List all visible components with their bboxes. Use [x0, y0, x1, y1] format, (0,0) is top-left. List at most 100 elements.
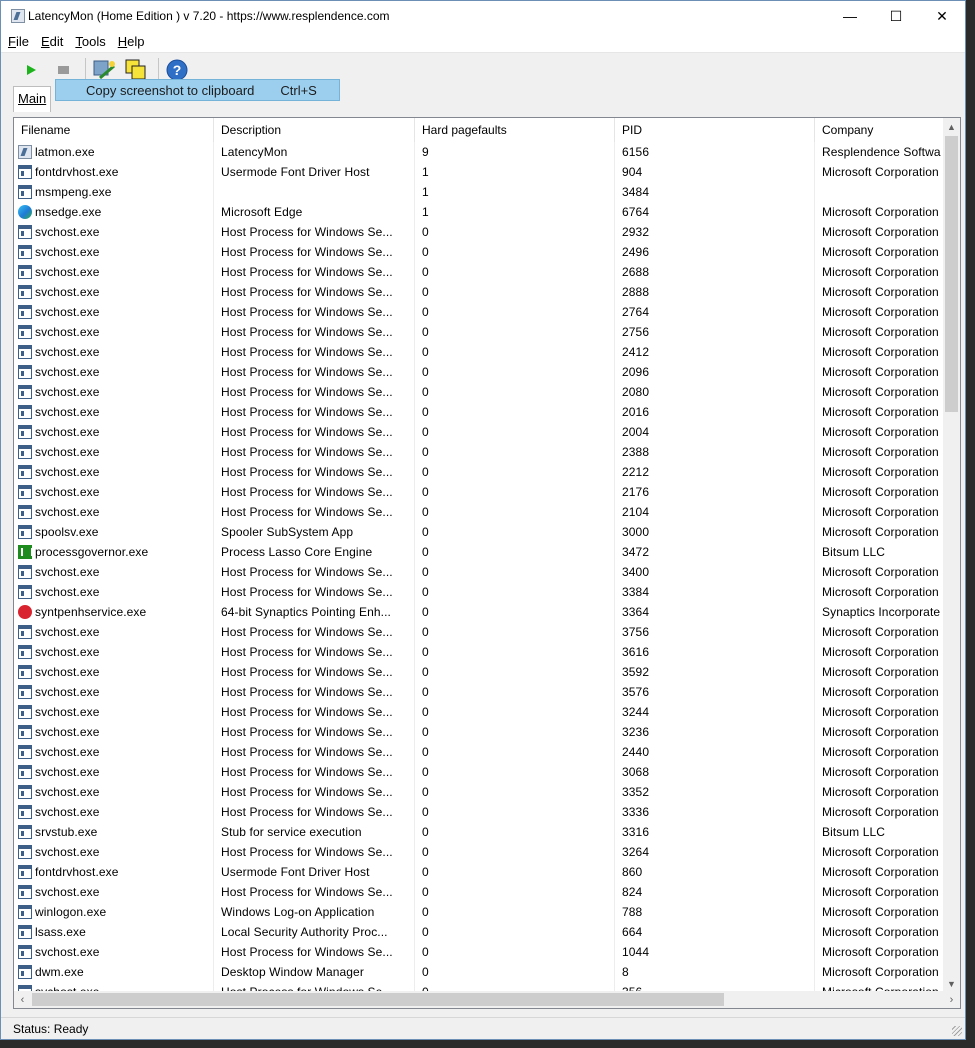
- scroll-left-arrow[interactable]: ‹: [14, 991, 31, 1008]
- menu-tools[interactable]: Tools: [68, 34, 110, 49]
- table-row[interactable]: svchost.exe Host Process for Windows Se..…: [14, 242, 944, 262]
- table-row[interactable]: svchost.exe Host Process for Windows Se..…: [14, 282, 944, 302]
- menu-help[interactable]: Help: [111, 34, 150, 49]
- table-row[interactable]: svchost.exe Host Process for Windows Se..…: [14, 642, 944, 662]
- table-row[interactable]: svchost.exe Host Process for Windows Se..…: [14, 702, 944, 722]
- process-lasso-icon: [18, 545, 33, 559]
- application-icon: [18, 565, 32, 579]
- cell-description: Process Lasso Core Engine: [214, 542, 415, 562]
- title-bar[interactable]: LatencyMon (Home Edition ) v 7.20 - http…: [1, 1, 965, 31]
- cell-description: Host Process for Windows Se...: [214, 662, 415, 682]
- cell-filename: svchost.exe: [14, 642, 214, 662]
- cell-hard-pagefaults: 0: [415, 722, 615, 742]
- cell-pid: 824: [615, 882, 815, 902]
- table-row[interactable]: svchost.exe Host Process for Windows Se..…: [14, 582, 944, 602]
- table-row[interactable]: svchost.exe Host Process for Windows Se..…: [14, 842, 944, 862]
- table-row[interactable]: svchost.exe Host Process for Windows Se..…: [14, 722, 944, 742]
- cell-company: Microsoft Corporation: [822, 325, 939, 339]
- table-row[interactable]: spoolsv.exe Spooler SubSystem App 0 3000 Mic…: [14, 522, 944, 542]
- menu-file[interactable]: File: [1, 34, 34, 49]
- table-row[interactable]: svchost.exe Host Process for Windows Se..…: [14, 682, 944, 702]
- menu-edit[interactable]: Edit: [34, 34, 68, 49]
- column-description[interactable]: Description: [214, 118, 415, 142]
- cell-filename: msmpeng.exe: [14, 182, 214, 202]
- table-row[interactable]: syntpenhservice.exe 64-bit Synaptics Poin…: [14, 602, 944, 622]
- cell-pid: 2412: [615, 342, 815, 362]
- table-row[interactable]: lsass.exe Local Security Authority Proc..…: [14, 922, 944, 942]
- column-hard-pagefaults[interactable]: Hard pagefaults: [415, 118, 615, 142]
- cell-hard-pagefaults: 0: [415, 222, 615, 242]
- table-row[interactable]: winlogon.exe Windows Log-on Application 0 7…: [14, 902, 944, 922]
- table-row[interactable]: svchost.exe Host Process for Windows Se..…: [14, 382, 944, 402]
- horizontal-scrollbar[interactable]: ‹ ›: [14, 991, 960, 1008]
- scroll-down-arrow[interactable]: ▼: [943, 975, 960, 992]
- table-row[interactable]: processgovernor.exe Process Lasso Core En…: [14, 542, 944, 562]
- filename-text: svchost.exe: [35, 225, 100, 239]
- minimize-button[interactable]: —: [827, 1, 873, 31]
- vertical-scroll-thumb[interactable]: [945, 136, 958, 412]
- table-row[interactable]: srvstub.exe Stub for service execution 0 33…: [14, 822, 944, 842]
- table-row[interactable]: svchost.exe Host Process for Windows Se..…: [14, 322, 944, 342]
- application-icon: [18, 185, 32, 199]
- table-row[interactable]: svchost.exe Host Process for Windows Se..…: [14, 362, 944, 382]
- start-monitor-button[interactable]: [17, 56, 45, 84]
- table-row[interactable]: svchost.exe Host Process for Windows Se..…: [14, 762, 944, 782]
- table-row[interactable]: svchost.exe Host Process for Windows Se..…: [14, 802, 944, 822]
- table-row[interactable]: msmpeng.exe 1 3484: [14, 182, 944, 202]
- cell-description: Microsoft Edge: [214, 202, 415, 222]
- table-row[interactable]: svchost.exe Host Process for Windows Se..…: [14, 562, 944, 582]
- table-row[interactable]: svchost.exe Host Process for Windows Se..…: [14, 742, 944, 762]
- application-icon: [18, 245, 32, 259]
- scroll-right-arrow[interactable]: ›: [943, 991, 960, 1008]
- column-filename[interactable]: Filename: [14, 118, 214, 142]
- filename-text: dwm.exe: [35, 965, 84, 979]
- table-row[interactable]: svchost.exe Host Process for Windows Se..…: [14, 662, 944, 682]
- cell-description: Host Process for Windows Se...: [214, 222, 415, 242]
- table-row[interactable]: svchost.exe Host Process for Windows Se..…: [14, 402, 944, 422]
- table-row[interactable]: svchost.exe Host Process for Windows Se..…: [14, 422, 944, 442]
- column-company[interactable]: Company: [815, 118, 944, 142]
- process-list[interactable]: Filename Description Hard pagefaults PID…: [13, 117, 961, 1009]
- table-row[interactable]: fontdrvhost.exe Usermode Font Driver Host…: [14, 162, 944, 182]
- table-row[interactable]: svchost.exe Host Process for Windows Se..…: [14, 342, 944, 362]
- cell-filename: svchost.exe: [14, 842, 214, 862]
- table-row[interactable]: svchost.exe Host Process for Windows Se..…: [14, 502, 944, 522]
- table-row[interactable]: svchost.exe Host Process for Windows Se..…: [14, 302, 944, 322]
- scroll-up-arrow[interactable]: ▲: [943, 118, 960, 135]
- table-row[interactable]: svchost.exe Host Process for Windows Se..…: [14, 882, 944, 902]
- cell-company: Microsoft Corporation: [822, 565, 939, 579]
- table-row[interactable]: svchost.exe Host Process for Windows Se..…: [14, 462, 944, 482]
- cell-hard-pagefaults: 0: [415, 442, 615, 462]
- table-row[interactable]: svchost.exe Host Process for Windows Se..…: [14, 262, 944, 282]
- table-row[interactable]: fontdrvhost.exe Usermode Font Driver Host…: [14, 862, 944, 882]
- horizontal-scroll-thumb[interactable]: [32, 993, 724, 1006]
- window-title: LatencyMon (Home Edition ) v 7.20 - http…: [28, 9, 390, 23]
- table-row[interactable]: svchost.exe Host Process for Windows Se..…: [14, 482, 944, 502]
- latencymon-icon: [18, 145, 32, 159]
- table-row[interactable]: msedge.exe Microsoft Edge 1 6764 Microsoft C…: [14, 202, 944, 222]
- cell-description: Local Security Authority Proc...: [214, 922, 415, 942]
- close-button[interactable]: ✕: [919, 1, 965, 31]
- table-row[interactable]: svchost.exe Host Process for Windows Se..…: [14, 622, 944, 642]
- maximize-button[interactable]: ☐: [873, 1, 919, 31]
- cell-company: Microsoft Corporation: [822, 525, 939, 539]
- table-row[interactable]: svchost.exe Host Process for Windows Se..…: [14, 222, 944, 242]
- cell-pid: 3616: [615, 642, 815, 662]
- application-icon: [18, 405, 32, 419]
- menu-bar: File Edit Tools Help: [1, 31, 965, 53]
- table-row[interactable]: latmon.exe LatencyMon 9 6156 Resplendence So…: [14, 142, 944, 162]
- cell-pid: 2104: [615, 502, 815, 522]
- tab-main[interactable]: Main: [13, 86, 52, 112]
- table-row[interactable]: svchost.exe Host Process for Windows Se..…: [14, 782, 944, 802]
- filename-text: svchost.exe: [35, 285, 100, 299]
- table-row[interactable]: dwm.exe Desktop Window Manager 0 8 Microsoft…: [14, 962, 944, 982]
- table-row[interactable]: svchost.exe Host Process for Windows Se..…: [14, 942, 944, 962]
- resize-grip[interactable]: [952, 1026, 962, 1036]
- cell-hard-pagefaults: 0: [415, 942, 615, 962]
- application-icon: [18, 905, 32, 919]
- vertical-scrollbar[interactable]: ▲ ▼: [943, 118, 960, 992]
- cell-company: Microsoft Corporation: [822, 425, 939, 439]
- cell-company: Microsoft Corporation: [822, 285, 939, 299]
- table-row[interactable]: svchost.exe Host Process for Windows Se..…: [14, 442, 944, 462]
- column-pid[interactable]: PID: [615, 118, 815, 142]
